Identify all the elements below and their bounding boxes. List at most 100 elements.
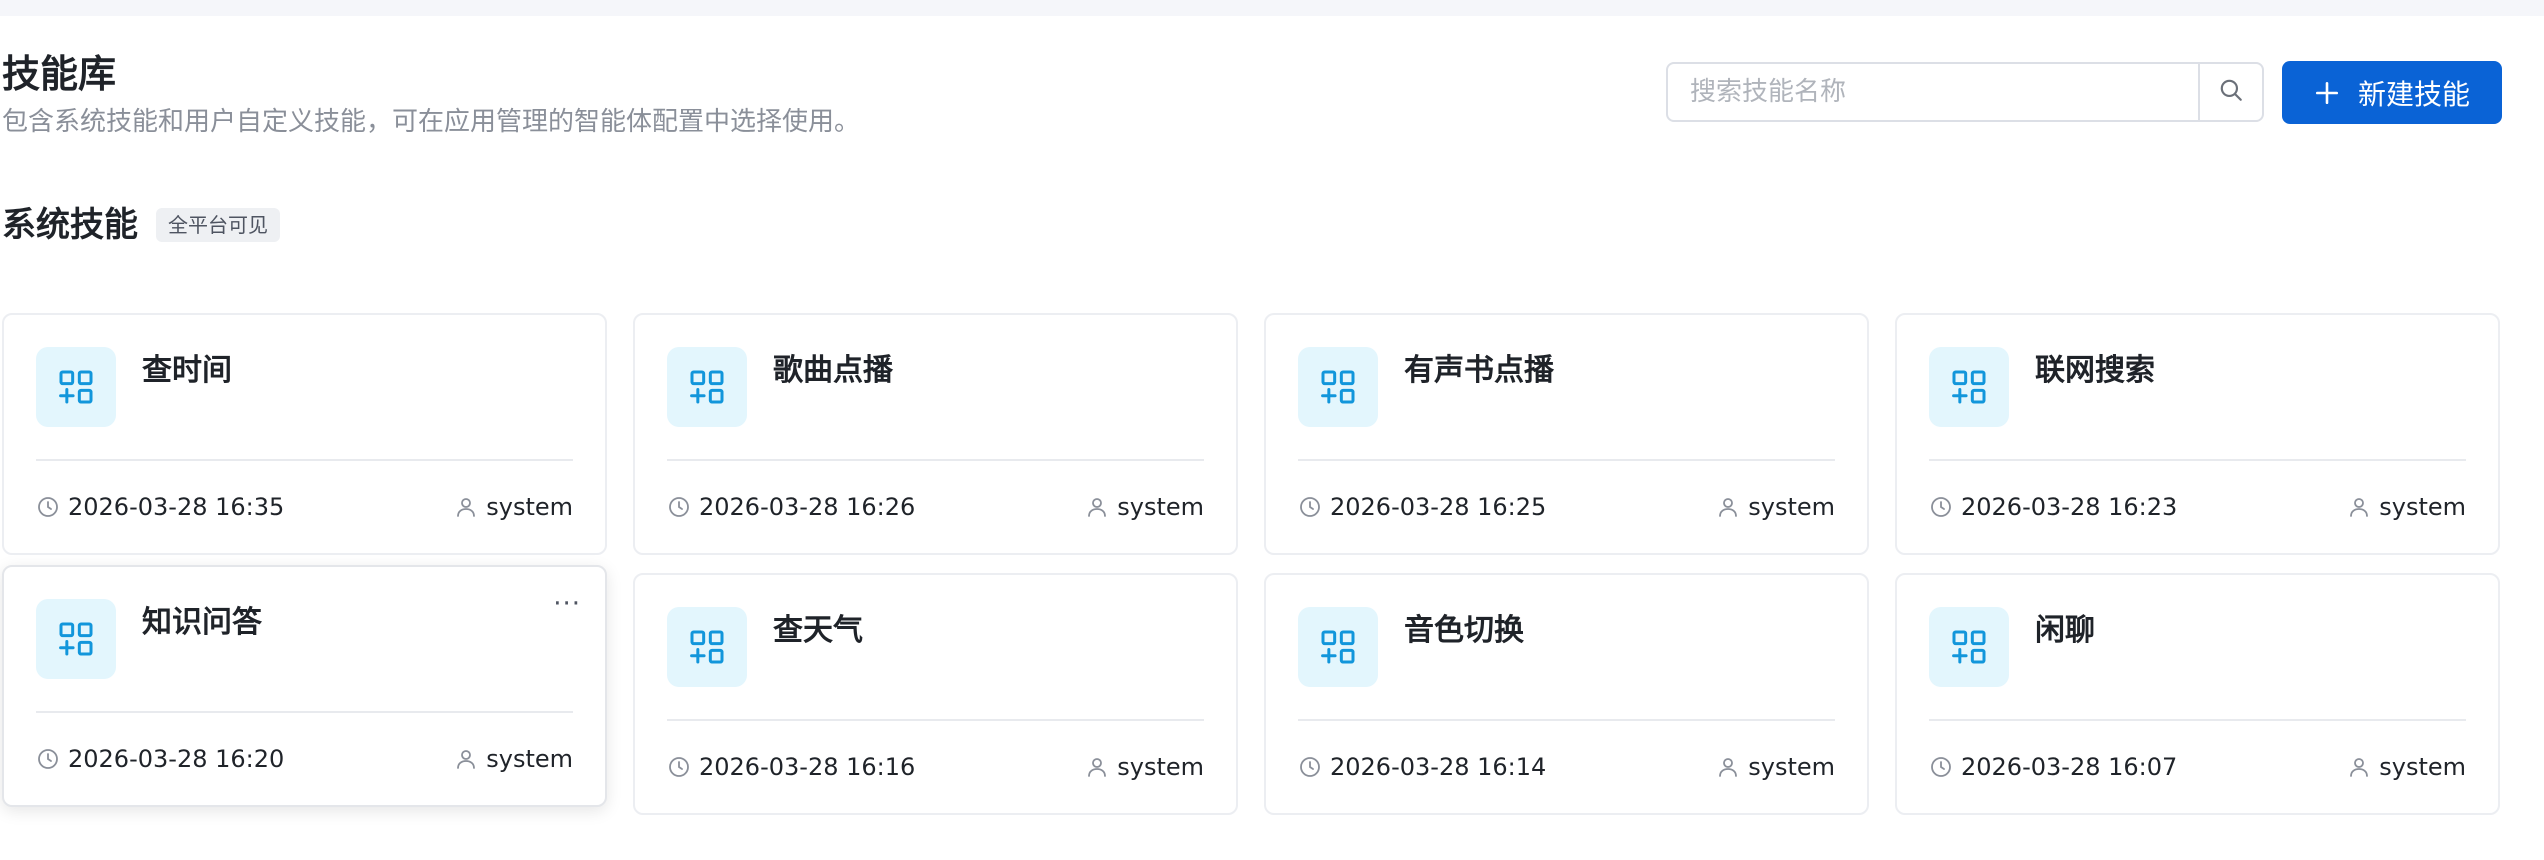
updated-time-text: 2026-03-28 16:23 (1961, 493, 2178, 521)
clock-icon (1931, 497, 1951, 517)
skill-grid-icon (1929, 607, 2009, 687)
updated-time-text: 2026-03-28 16:14 (1330, 753, 1547, 781)
user-icon (1719, 498, 1738, 517)
card-footer: 2026-03-28 16:23 system (1929, 487, 2466, 527)
updated-time: 2026-03-28 16:14 (1298, 753, 1546, 781)
clock-icon (38, 749, 58, 769)
skill-name: 查时间 (142, 353, 232, 388)
card-footer: 2026-03-28 16:16 system (667, 747, 1204, 787)
author-text: system (486, 493, 573, 521)
section-title: 系统技能 (2, 205, 138, 245)
updated-time: 2026-03-28 16:25 (1298, 493, 1546, 521)
author: system (1085, 493, 1204, 521)
skill-name: 查天气 (773, 613, 863, 648)
page-title: 技能库 (2, 52, 117, 96)
author: system (2347, 753, 2466, 781)
skill-grid-icon (1298, 607, 1378, 687)
updated-time: 2026-03-28 16:23 (1929, 493, 2177, 521)
skill-card[interactable]: 知识问答 2026-03-28 16:20 system ··· (2, 565, 607, 807)
author-text: system (2379, 753, 2466, 781)
clock-icon (1931, 757, 1951, 777)
author: system (2347, 493, 2466, 521)
card-footer: 2026-03-28 16:20 system (36, 739, 573, 779)
user-icon (2350, 758, 2369, 777)
skill-name: 知识问答 (142, 605, 262, 640)
author-text: system (1748, 493, 1835, 521)
clock-icon (38, 497, 58, 517)
page-header: 技能库 包含系统技能和用户自定义技能，可在应用管理的智能体配置中选择使用。 (0, 46, 860, 142)
clock-icon (669, 757, 689, 777)
card-divider (667, 719, 1204, 721)
updated-time-text: 2026-03-28 16:20 (68, 745, 285, 773)
skill-grid-icon (667, 347, 747, 427)
card-footer: 2026-03-28 16:07 system (1929, 747, 2466, 787)
updated-time: 2026-03-28 16:35 (36, 493, 284, 521)
author: system (1085, 753, 1204, 781)
updated-time: 2026-03-28 16:20 (36, 745, 284, 773)
plus-icon (2314, 80, 2340, 106)
more-options-button[interactable]: ··· (553, 589, 581, 619)
skill-grid-icon (1298, 347, 1378, 427)
user-icon (2350, 498, 2369, 517)
updated-time: 2026-03-28 16:26 (667, 493, 915, 521)
skill-grid-icon (667, 607, 747, 687)
skill-name: 闲聊 (2035, 613, 2095, 648)
updated-time-text: 2026-03-28 16:16 (699, 753, 916, 781)
author: system (1716, 493, 1835, 521)
new-skill-button[interactable]: 新建技能 (2282, 61, 2502, 124)
card-divider (1929, 459, 2466, 461)
skill-card[interactable]: 歌曲点播 2026-03-28 16:26 system (633, 313, 1238, 555)
clock-icon (1300, 497, 1320, 517)
skill-name: 歌曲点播 (773, 353, 893, 388)
updated-time: 2026-03-28 16:07 (1929, 753, 2177, 781)
card-footer: 2026-03-28 16:14 system (1298, 747, 1835, 787)
clock-icon (669, 497, 689, 517)
search-input[interactable] (1668, 64, 2198, 120)
page-subtitle: 包含系统技能和用户自定义技能，可在应用管理的智能体配置中选择使用。 (2, 107, 861, 137)
skill-card[interactable]: 查时间 2026-03-28 16:35 system (2, 313, 607, 555)
skill-card[interactable]: 有声书点播 2026-03-28 16:25 system (1264, 313, 1869, 555)
updated-time-text: 2026-03-28 16:07 (1961, 753, 2178, 781)
section-header: 系统技能 全平台可见 (2, 200, 280, 250)
skill-grid-icon (1929, 347, 2009, 427)
updated-time-text: 2026-03-28 16:25 (1330, 493, 1547, 521)
card-divider (1298, 719, 1835, 721)
author-text: system (1117, 753, 1204, 781)
card-divider (1298, 459, 1835, 461)
author-text: system (1748, 753, 1835, 781)
updated-time-text: 2026-03-28 16:35 (68, 493, 285, 521)
card-footer: 2026-03-28 16:26 system (667, 487, 1204, 527)
visibility-badge: 全平台可见 (156, 208, 280, 242)
skill-grid-icon (36, 599, 116, 679)
skill-name: 联网搜索 (2035, 353, 2155, 388)
card-divider (1929, 719, 2466, 721)
skill-grid-icon (36, 347, 116, 427)
user-icon (1088, 758, 1107, 777)
skill-card[interactable]: 查天气 2026-03-28 16:16 system (633, 573, 1238, 815)
card-divider (36, 711, 573, 713)
author-text: system (1117, 493, 1204, 521)
author: system (1716, 753, 1835, 781)
skill-card[interactable]: 联网搜索 2026-03-28 16:23 system (1895, 313, 2500, 555)
new-skill-label: 新建技能 (2357, 77, 2470, 111)
user-icon (457, 498, 476, 517)
author-text: system (2379, 493, 2466, 521)
search-icon (2218, 77, 2244, 107)
search-box (1666, 62, 2264, 122)
updated-time: 2026-03-28 16:16 (667, 753, 915, 781)
skill-card[interactable]: 音色切换 2026-03-28 16:14 system (1264, 573, 1869, 815)
author-text: system (486, 745, 573, 773)
author: system (454, 745, 573, 773)
card-divider (667, 459, 1204, 461)
user-icon (457, 750, 476, 769)
author: system (454, 493, 573, 521)
search-button[interactable] (2198, 64, 2262, 120)
card-footer: 2026-03-28 16:35 system (36, 487, 573, 527)
card-divider (36, 459, 573, 461)
skill-card[interactable]: 闲聊 2026-03-28 16:07 system (1895, 573, 2500, 815)
clock-icon (1300, 757, 1320, 777)
skill-name: 音色切换 (1404, 613, 1524, 648)
updated-time-text: 2026-03-28 16:26 (699, 493, 916, 521)
user-icon (1088, 498, 1107, 517)
skill-name: 有声书点播 (1404, 353, 1554, 388)
